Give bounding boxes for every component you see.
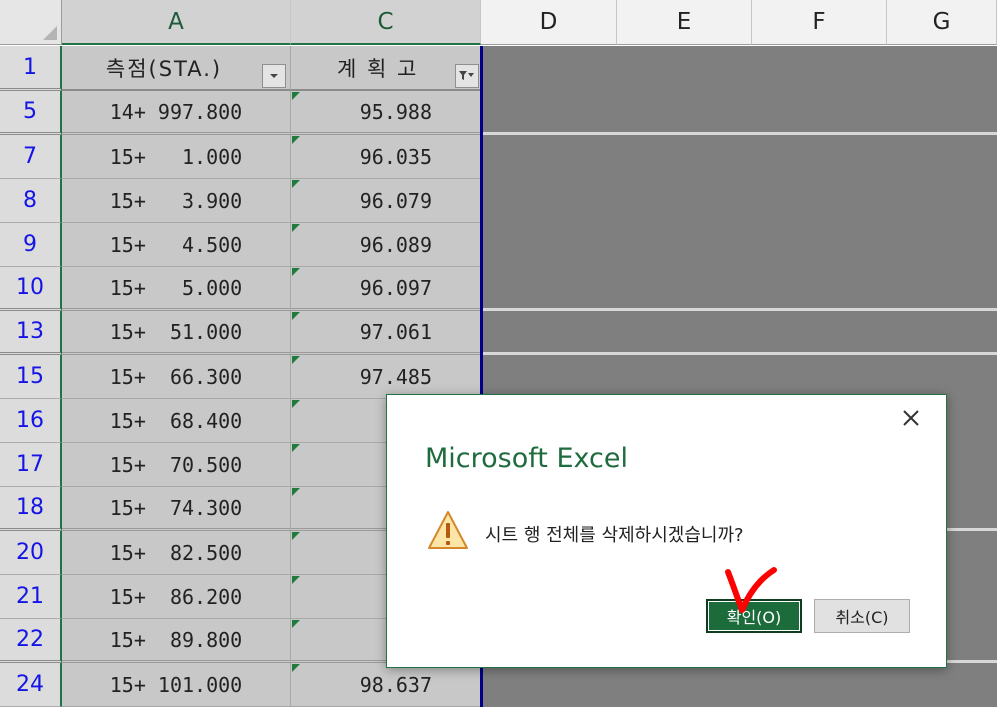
- plan-height-cell[interactable]: 95.988: [291, 91, 481, 135]
- column-header-g[interactable]: G: [887, 0, 997, 45]
- row-header[interactable]: 13: [0, 311, 62, 355]
- plan-height-cell[interactable]: 96.035: [291, 135, 481, 179]
- row-header[interactable]: 5: [0, 91, 62, 135]
- plan-height-value: 96.079: [359, 188, 432, 213]
- station-cell[interactable]: 15+ 4.500: [62, 223, 291, 267]
- station-cell[interactable]: 15+ 82.500: [62, 531, 291, 575]
- cancel-button[interactable]: 취소(C): [814, 599, 910, 633]
- error-indicator-icon: [292, 444, 300, 452]
- row-header[interactable]: 24: [0, 663, 62, 707]
- error-indicator-icon: [292, 180, 300, 188]
- error-indicator-icon: [292, 620, 300, 628]
- plan-height-value: 96.089: [359, 232, 432, 257]
- column-header-a[interactable]: A: [62, 0, 291, 45]
- row-header[interactable]: 22: [0, 619, 62, 663]
- station-cell[interactable]: 14+ 997.800: [62, 91, 291, 135]
- row-header[interactable]: 18: [0, 487, 62, 531]
- error-indicator-icon: [292, 664, 300, 672]
- error-indicator-icon: [292, 356, 300, 364]
- plan-height-value: 95.988: [359, 99, 432, 124]
- station-cell[interactable]: 15+ 86.200: [62, 575, 291, 619]
- delete-confirm-dialog: Microsoft Excel 시트 행 전체를 삭제하시겠습니까? 확인(O)…: [386, 394, 947, 668]
- station-cell[interactable]: 15+ 74.300: [62, 487, 291, 531]
- plan-height-value: 98.637: [359, 672, 432, 697]
- chevron-down-icon: [270, 74, 278, 78]
- station-cell[interactable]: 15+ 101.000: [62, 663, 291, 707]
- dialog-message: 시트 행 전체를 삭제하시겠습니까?: [485, 525, 744, 546]
- error-indicator-icon: [292, 532, 300, 540]
- plan-height-cell[interactable]: 97.061: [291, 311, 481, 355]
- error-indicator-icon: [292, 488, 300, 496]
- column-header-f[interactable]: F: [752, 0, 887, 45]
- error-indicator-icon: [292, 92, 300, 100]
- plan-height-header-label: 계 획 고: [337, 56, 419, 81]
- header-cell-plan-height[interactable]: 계 획 고: [291, 46, 481, 91]
- warning-triangle-icon: [427, 509, 469, 551]
- red-checkmark-annotation: [725, 567, 777, 613]
- hidden-row-separator: [482, 132, 997, 135]
- error-indicator-icon: [292, 400, 300, 408]
- station-cell[interactable]: 15+ 89.800: [62, 619, 291, 663]
- station-cell[interactable]: 15+ 5.000: [62, 267, 291, 311]
- plan-height-value: 96.035: [359, 144, 432, 169]
- row-header[interactable]: 17: [0, 443, 62, 487]
- plan-height-cell[interactable]: 96.079: [291, 179, 481, 223]
- station-cell[interactable]: 15+ 70.500: [62, 443, 291, 487]
- plan-height-value: 97.485: [359, 364, 432, 389]
- row-header[interactable]: 9: [0, 223, 62, 267]
- error-indicator-icon: [292, 312, 300, 320]
- column-header-c[interactable]: C: [291, 0, 481, 45]
- filter-dropdown-button-a[interactable]: [262, 64, 286, 88]
- station-cell[interactable]: 15+ 68.400: [62, 399, 291, 443]
- select-all-corner[interactable]: [0, 0, 62, 45]
- hidden-row-separator: [482, 352, 997, 355]
- station-header-label: 측점(STA.): [105, 56, 223, 81]
- row-header[interactable]: 21: [0, 575, 62, 619]
- hidden-row-separator: [482, 308, 997, 311]
- error-indicator-icon: [292, 268, 300, 276]
- plan-height-cell[interactable]: 96.089: [291, 223, 481, 267]
- filter-active-button-c[interactable]: [455, 64, 479, 88]
- row-header[interactable]: 15: [0, 355, 62, 399]
- dialog-title: Microsoft Excel: [425, 443, 628, 474]
- plan-height-cell[interactable]: 97.485: [291, 355, 481, 399]
- station-cell[interactable]: 15+ 1.000: [62, 135, 291, 179]
- filter-funnel-icon: [459, 71, 474, 80]
- plan-height-cell[interactable]: 98.637: [291, 663, 481, 707]
- plan-height-cell[interactable]: 96.097: [291, 267, 481, 311]
- row-header[interactable]: 7: [0, 135, 62, 179]
- station-cell[interactable]: 15+ 51.000: [62, 311, 291, 355]
- row-header[interactable]: 16: [0, 399, 62, 443]
- close-icon[interactable]: [900, 407, 922, 429]
- station-cell[interactable]: 15+ 3.900: [62, 179, 291, 223]
- column-header-d[interactable]: D: [481, 0, 617, 45]
- row-header[interactable]: 8: [0, 179, 62, 223]
- row-header[interactable]: 10: [0, 267, 62, 311]
- station-cell[interactable]: 15+ 66.300: [62, 355, 291, 399]
- plan-height-value: 97.061: [359, 319, 432, 344]
- error-indicator-icon: [292, 136, 300, 144]
- column-header-e[interactable]: E: [617, 0, 752, 45]
- error-indicator-icon: [292, 224, 300, 232]
- header-cell-station[interactable]: 측점(STA.): [62, 46, 291, 91]
- row-header-1[interactable]: 1: [0, 46, 62, 91]
- plan-height-value: 96.097: [359, 275, 432, 300]
- row-header[interactable]: 20: [0, 531, 62, 575]
- error-indicator-icon: [292, 576, 300, 584]
